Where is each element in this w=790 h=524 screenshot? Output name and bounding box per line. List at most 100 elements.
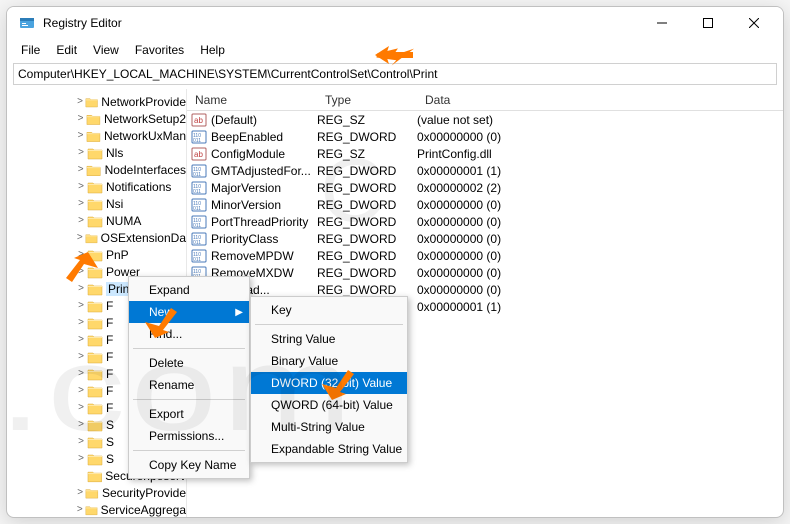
tree-item[interactable]: >NUMA <box>7 212 186 229</box>
chevron-right-icon[interactable]: > <box>75 504 85 515</box>
chevron-right-icon[interactable]: > <box>75 487 85 498</box>
tree-label: Notifications <box>106 180 171 194</box>
svg-text:ab: ab <box>194 116 203 125</box>
minimize-button[interactable] <box>639 7 685 39</box>
tree-item[interactable]: >OSExtensionDa <box>7 229 186 246</box>
list-row[interactable]: ab(Default)REG_SZ(value not set) <box>187 111 783 128</box>
annotation-arrow-icon <box>375 42 415 68</box>
maximize-button[interactable] <box>685 7 731 39</box>
menu-help[interactable]: Help <box>194 41 231 59</box>
list-row[interactable]: 110011RemoveMPDWREG_DWORD0x00000000 (0) <box>187 247 783 264</box>
tree-label: Nls <box>106 146 123 160</box>
tree-item[interactable]: > NetworkProvide <box>7 93 186 110</box>
chevron-right-icon[interactable]: > <box>75 232 85 243</box>
menu-item[interactable]: Permissions... <box>129 425 249 447</box>
menu-separator <box>133 348 245 349</box>
chevron-right-icon[interactable]: > <box>75 368 87 379</box>
chevron-right-icon[interactable]: > <box>75 334 87 345</box>
chevron-right-icon[interactable]: > <box>75 453 87 464</box>
chevron-right-icon[interactable]: > <box>75 317 87 328</box>
value-name: PortThreadPriority <box>211 215 317 229</box>
tree-item[interactable]: >NodeInterfaces <box>7 161 186 178</box>
tree-item[interactable]: > NetworkUxMan <box>7 127 186 144</box>
chevron-right-icon[interactable]: > <box>75 96 85 107</box>
menu-item[interactable]: Key <box>251 299 407 321</box>
list-row[interactable]: 110011BeepEnabledREG_DWORD0x00000000 (0) <box>187 128 783 145</box>
tree-label: Nsi <box>106 197 123 211</box>
menu-edit[interactable]: Edit <box>50 41 83 59</box>
tree-item[interactable]: >SecurityProvide <box>7 484 186 501</box>
value-type: REG_DWORD <box>317 215 417 229</box>
menu-item[interactable]: Delete <box>129 352 249 374</box>
value-type: REG_SZ <box>317 113 417 127</box>
col-name[interactable]: Name <box>187 93 317 107</box>
list-row[interactable]: 110011GMTAdjustedFor...REG_DWORD0x000000… <box>187 162 783 179</box>
list-row[interactable]: 110011MajorVersionREG_DWORD0x00000002 (2… <box>187 179 783 196</box>
chevron-right-icon[interactable]: > <box>75 300 87 311</box>
menu-item[interactable]: Export <box>129 403 249 425</box>
close-button[interactable] <box>731 7 777 39</box>
chevron-right-icon[interactable]: > <box>75 351 87 362</box>
titlebar: Registry Editor <box>7 7 783 39</box>
value-type: REG_DWORD <box>317 232 417 246</box>
menu-file[interactable]: File <box>15 41 46 59</box>
list-row[interactable]: 110011MinorVersionREG_DWORD0x00000000 (0… <box>187 196 783 213</box>
chevron-right-icon[interactable]: > <box>75 198 87 209</box>
value-name: RemoveMPDW <box>211 249 317 263</box>
menu-view[interactable]: View <box>87 41 125 59</box>
value-name: ConfigModule <box>211 147 317 161</box>
svg-text:011: 011 <box>193 138 201 144</box>
tree-label: NetworkUxMan <box>104 129 186 143</box>
chevron-right-icon[interactable]: > <box>75 164 86 175</box>
tree-context-menu[interactable]: ExpandNew▶Find...DeleteRenameExportPermi… <box>128 276 250 479</box>
tree-item[interactable]: > NetworkSetup2 <box>7 110 186 127</box>
tree-label: NetworkProvide <box>101 95 186 109</box>
menu-item[interactable]: Binary Value <box>251 350 407 372</box>
menu-item[interactable]: String Value <box>251 328 407 350</box>
chevron-right-icon[interactable]: > <box>75 147 87 158</box>
list-row[interactable]: abConfigModuleREG_SZPrintConfig.dll <box>187 145 783 162</box>
chevron-right-icon[interactable]: > <box>75 113 86 124</box>
tree-item[interactable]: > Notifications <box>7 178 186 195</box>
list-row[interactable]: 110011PriorityClassREG_DWORD0x00000000 (… <box>187 230 783 247</box>
tree-item[interactable]: > Nls <box>7 144 186 161</box>
chevron-right-icon[interactable]: > <box>75 283 87 294</box>
chevron-right-icon[interactable]: > <box>75 419 87 430</box>
chevron-right-icon[interactable]: > <box>75 181 87 192</box>
value-name: MajorVersion <box>211 181 317 195</box>
chevron-right-icon[interactable]: > <box>75 385 87 396</box>
svg-text:011: 011 <box>193 223 201 229</box>
chevron-right-icon[interactable]: > <box>75 402 87 413</box>
list-row[interactable]: 110011PortThreadPriorityREG_DWORD0x00000… <box>187 213 783 230</box>
value-data: 0x00000000 (0) <box>417 249 783 263</box>
value-data: 0x00000000 (0) <box>417 266 783 280</box>
menu-separator <box>133 399 245 400</box>
menu-item[interactable]: Expand <box>129 279 249 301</box>
col-type[interactable]: Type <box>317 93 417 107</box>
svg-text:011: 011 <box>193 172 201 178</box>
chevron-right-icon[interactable]: > <box>75 215 87 226</box>
chevron-right-icon[interactable]: > <box>75 436 87 447</box>
menu-item[interactable]: Expandable String Value <box>251 438 407 460</box>
menu-item[interactable]: Rename <box>129 374 249 396</box>
tree-label: F <box>106 384 113 398</box>
tree-item[interactable]: > Nsi <box>7 195 186 212</box>
svg-text:011: 011 <box>193 240 201 246</box>
value-data: 0x00000000 (0) <box>417 215 783 229</box>
value-name: MinorVersion <box>211 198 317 212</box>
value-type: REG_DWORD <box>317 266 417 280</box>
value-data: 0x00000000 (0) <box>417 130 783 144</box>
svg-text:ab: ab <box>194 150 203 159</box>
tree-label: NetworkSetup2 <box>104 112 186 126</box>
annotation-arrow-icon <box>322 370 358 400</box>
menu-item[interactable]: Multi-String Value <box>251 416 407 438</box>
chevron-right-icon[interactable]: > <box>75 130 86 141</box>
tree-label: F <box>106 299 113 313</box>
tree-item[interactable]: >ServiceAggrega <box>7 501 186 517</box>
menu-favorites[interactable]: Favorites <box>129 41 190 59</box>
tree-label: F <box>106 333 113 347</box>
value-name: BeepEnabled <box>211 130 317 144</box>
list-row[interactable]: 110011RemoveMXDWREG_DWORD0x00000000 (0) <box>187 264 783 281</box>
menu-item[interactable]: Copy Key Name <box>129 454 249 476</box>
col-data[interactable]: Data <box>417 93 783 107</box>
